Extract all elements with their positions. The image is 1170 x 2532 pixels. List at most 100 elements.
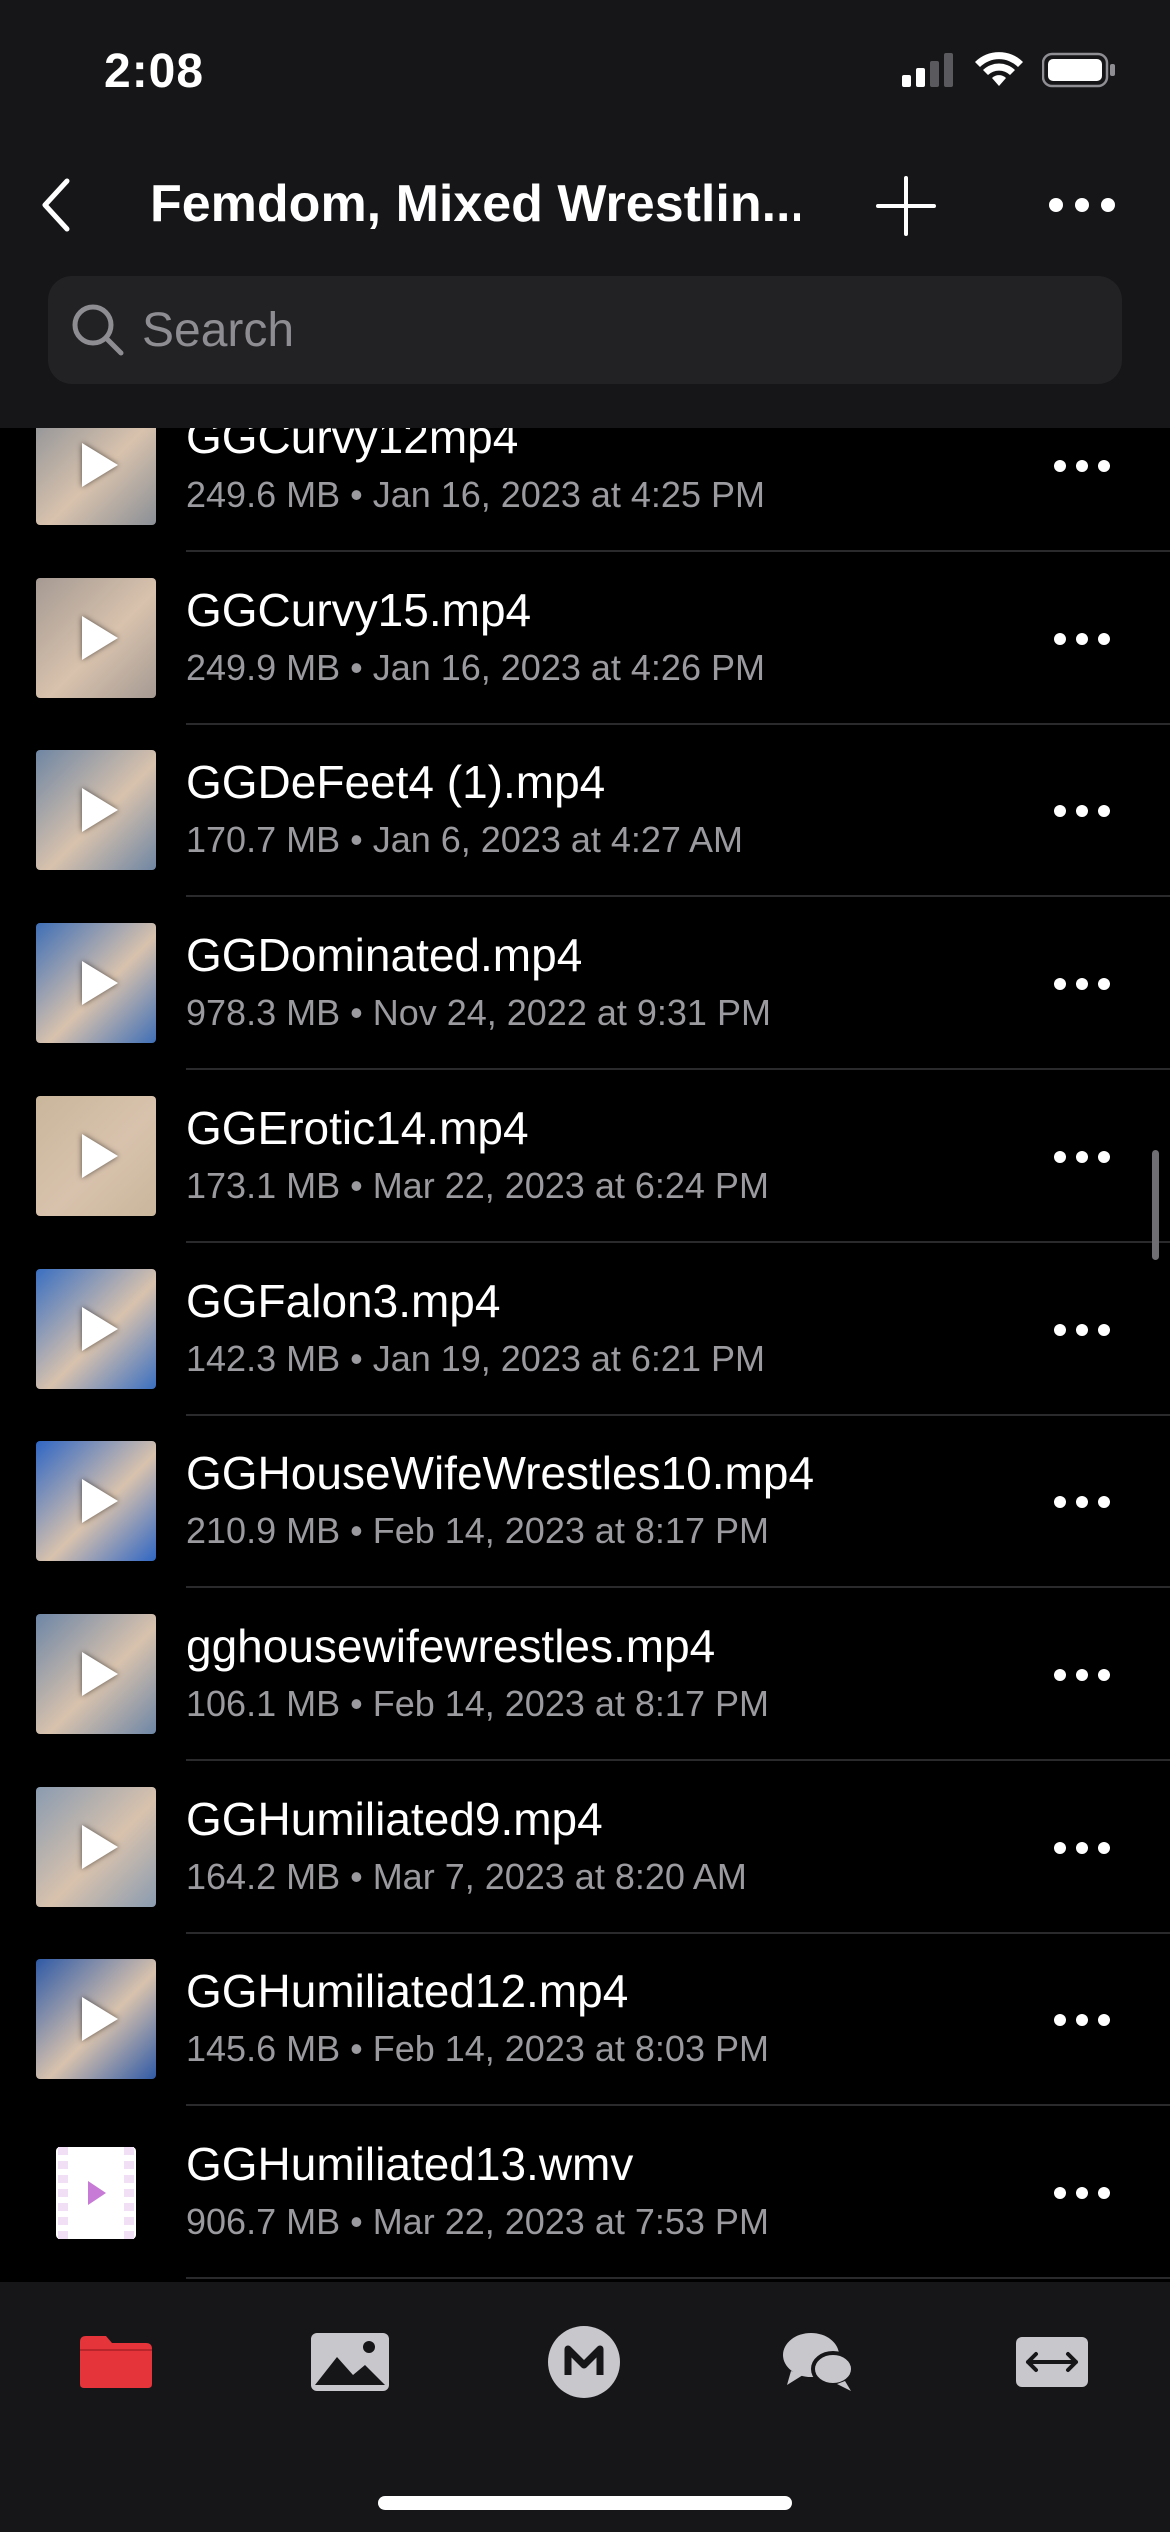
video-thumbnail — [36, 1786, 156, 1907]
file-row[interactable]: GGHumiliated13.wmv 906.7 MB • Mar 22, 202… — [0, 2107, 1170, 2279]
more-options-button[interactable] — [1034, 175, 1130, 235]
file-row[interactable]: GGFalon3.mp4 142.3 MB • Jan 19, 2023 at 6… — [0, 1244, 1170, 1416]
video-thumbnail — [36, 1095, 156, 1216]
more-dot — [1076, 978, 1088, 991]
file-more-button[interactable] — [1040, 1137, 1124, 1177]
more-dots-icon — [1054, 1841, 1066, 1854]
more-dot — [1098, 1668, 1110, 1681]
tab-transfers[interactable] — [1002, 2322, 1102, 2402]
tab-files[interactable] — [66, 2322, 166, 2402]
more-dots-icon — [1054, 632, 1066, 645]
more-dot — [1076, 805, 1088, 818]
file-row[interactable]: GGHumiliated12.mp4 145.6 MB • Feb 14, 202… — [0, 1934, 1170, 2107]
file-name: GGErotic14.mp4 — [186, 1101, 529, 1154]
more-dot — [1098, 1323, 1110, 1336]
scroll-indicator[interactable] — [1152, 1150, 1159, 1260]
file-name: GGHumiliated13.wmv — [186, 2138, 634, 2190]
row-separator — [186, 895, 1170, 898]
file-row[interactable]: GGDeFeet4 (1).mp4 170.7 MB • Jan 6, 2023 … — [0, 725, 1170, 898]
more-dot — [1076, 2187, 1088, 2199]
row-separator — [186, 2104, 1170, 2107]
more-dot — [1076, 632, 1088, 645]
file-name: GGDominated.mp4 — [186, 929, 583, 982]
chevron-left-icon — [42, 178, 70, 232]
tab-photos[interactable] — [300, 2322, 400, 2402]
video-thumbnail — [36, 750, 156, 871]
more-dots-icon — [1054, 1323, 1066, 1336]
file-meta: 142.3 MB • Jan 19, 2023 at 6:21 PM — [186, 1337, 765, 1379]
more-dot — [1098, 1150, 1110, 1163]
file-name: GGHumiliated9.mp4 — [186, 1792, 603, 1845]
file-row[interactable]: GGErotic14.mp4 173.1 MB • Mar 22, 2023 at… — [0, 1071, 1170, 1243]
file-name: GGDeFeet4 (1).mp4 — [186, 756, 606, 809]
more-dot — [1076, 460, 1088, 472]
file-meta: 249.6 MB • Jan 16, 2023 at 4:25 PM — [186, 474, 765, 515]
file-more-button[interactable] — [1040, 619, 1124, 659]
file-meta: 145.6 MB • Feb 14, 2023 at 8:03 PM — [186, 2028, 769, 2070]
more-dot — [1076, 1496, 1088, 1509]
file-more-button[interactable] — [1040, 791, 1124, 831]
video-thumbnail — [36, 923, 156, 1044]
more-dots-icon — [1054, 805, 1066, 818]
search-input[interactable] — [140, 301, 1044, 359]
row-separator — [186, 550, 1170, 552]
file-more-button[interactable] — [1040, 446, 1124, 486]
play-icon — [82, 961, 118, 1006]
add-button[interactable] — [870, 170, 942, 242]
file-meta: 249.9 MB • Jan 16, 2023 at 4:26 PM — [186, 646, 765, 688]
battery-icon — [1042, 52, 1115, 88]
folder-icon — [80, 2336, 152, 2388]
file-more-button[interactable] — [1040, 1482, 1124, 1522]
search-bar[interactable] — [48, 276, 1122, 384]
row-separator — [186, 1413, 1170, 1416]
play-icon — [82, 1997, 118, 2042]
file-meta: 106.1 MB • Feb 14, 2023 at 8:17 PM — [186, 1682, 769, 1724]
home-indicator — [378, 2496, 792, 2510]
file-row[interactable]: GGHumiliated9.mp4 164.2 MB • Mar 7, 2023 … — [0, 1762, 1170, 1934]
status-time: 2:08 — [104, 45, 205, 98]
file-more-button[interactable] — [1040, 1828, 1124, 1868]
more-dot — [1076, 1668, 1088, 1681]
header: 2:08 Femdom, Mixed Wrestlin... Search — [0, 0, 1170, 428]
more-dot — [1098, 460, 1110, 472]
search-icon — [70, 302, 126, 358]
play-icon — [82, 443, 118, 487]
play-icon — [82, 788, 118, 833]
row-separator — [186, 2277, 1170, 2279]
transfers-icon — [1016, 2337, 1088, 2387]
play-icon — [82, 1306, 118, 1351]
file-row[interactable]: GGDominated.mp4 978.3 MB • Nov 24, 2022 a… — [0, 898, 1170, 1071]
more-dots-icon — [1054, 978, 1066, 991]
more-dot — [1098, 632, 1110, 645]
video-thumbnail — [36, 1441, 156, 1562]
wifi-icon — [975, 52, 1023, 86]
file-name: GGHumiliated12.mp4 — [186, 1965, 629, 2018]
file-meta: 978.3 MB • Nov 24, 2022 at 9:31 PM — [186, 992, 771, 1034]
file-row[interactable]: GGHouseWifeWrestles10.mp4 210.9 MB • Feb … — [0, 1416, 1170, 1589]
more-dot — [1076, 1323, 1088, 1336]
row-separator — [186, 722, 1170, 725]
status-icons — [902, 52, 1116, 88]
file-more-button[interactable] — [1040, 1655, 1124, 1695]
file-more-button[interactable] — [1040, 2173, 1124, 2213]
row-separator — [186, 1586, 1170, 1589]
more-dot — [1076, 2014, 1088, 2027]
row-separator — [186, 1931, 1170, 1934]
photo-icon — [311, 2333, 389, 2391]
file-row[interactable]: GGCurvy15.mp4 249.9 MB • Jan 16, 2023 at … — [0, 553, 1170, 725]
tab-chat[interactable] — [768, 2322, 868, 2402]
play-icon — [82, 1479, 118, 1524]
play-icon — [82, 1824, 118, 1869]
file-row[interactable]: gghousewifewrestles.mp4 106.1 MB • Feb 14… — [0, 1589, 1170, 1761]
more-dot — [1075, 198, 1089, 212]
back-button[interactable] — [20, 170, 90, 240]
file-more-button[interactable] — [1040, 1310, 1124, 1350]
file-more-button[interactable] — [1040, 964, 1124, 1004]
row-separator — [186, 1068, 1170, 1071]
mega-logo-icon — [548, 2326, 620, 2398]
file-more-button[interactable] — [1040, 2000, 1124, 2040]
more-dot — [1098, 978, 1110, 991]
video-thumbnail — [36, 1613, 156, 1734]
tab-mega[interactable] — [534, 2322, 634, 2402]
row-separator — [186, 1758, 1170, 1761]
